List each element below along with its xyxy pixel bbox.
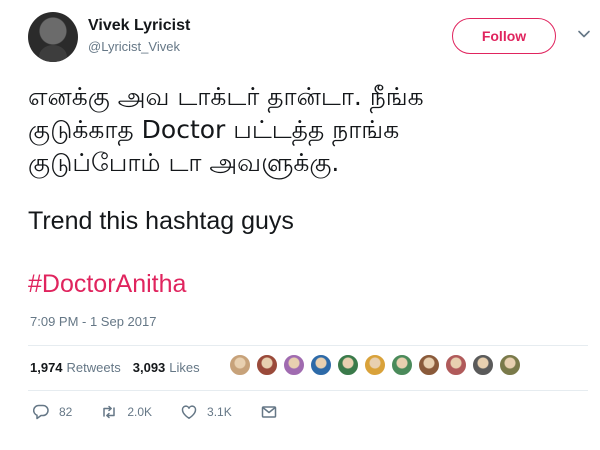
reply-button[interactable]: 82: [32, 403, 72, 421]
tweet-header: Vivek Lyricist @Lyricist_Vivek Follow: [28, 12, 600, 62]
message-icon: [261, 406, 276, 418]
like-count[interactable]: 3,093: [133, 360, 166, 375]
tweet-line: குடுப்போம் டா அவளுக்கு.: [28, 148, 340, 177]
divider: [28, 390, 588, 391]
liker-avatar[interactable]: [336, 353, 360, 377]
like-button[interactable]: 3.1K: [180, 403, 232, 421]
like-action-count: 3.1K: [207, 405, 232, 419]
retweet-label[interactable]: Retweets: [67, 360, 121, 375]
retweet-action-count: 2.0K: [127, 405, 153, 419]
liker-avatar[interactable]: [390, 353, 414, 377]
heart-icon: [181, 405, 197, 419]
liker-avatar[interactable]: [228, 353, 252, 377]
direct-message-button[interactable]: [260, 403, 287, 421]
divider: [28, 345, 588, 346]
follow-button[interactable]: Follow: [452, 18, 556, 54]
tweet-line: குடுக்காத Doctor பட்டத்த நாங்க: [28, 115, 400, 144]
tweet-english-text: Trend this hashtag guys: [28, 207, 294, 235]
retweet-button[interactable]: 2.0K: [100, 403, 152, 421]
like-label[interactable]: Likes: [169, 360, 199, 375]
liker-avatar[interactable]: [417, 353, 441, 377]
avatar[interactable]: [28, 12, 78, 62]
retweet-icon: [103, 405, 116, 419]
liker-avatar[interactable]: [363, 353, 387, 377]
liker-avatar[interactable]: [255, 353, 279, 377]
author-name[interactable]: Vivek Lyricist: [88, 17, 190, 35]
author-handle[interactable]: @Lyricist_Vivek: [88, 39, 180, 54]
liker-avatar[interactable]: [498, 353, 522, 377]
retweet-count[interactable]: 1,974: [30, 360, 63, 375]
liker-avatar[interactable]: [309, 353, 333, 377]
chevron-down-icon[interactable]: [576, 26, 592, 42]
reply-count: 82: [59, 405, 73, 419]
tweet-actions: 82 2.0K 3.1K: [32, 403, 315, 421]
tweet-text: எனக்கு அவ டாக்டர் தான்டா. நீங்க குடுக்கா…: [28, 80, 588, 179]
liker-avatar[interactable]: [444, 353, 468, 377]
engagement-stats: 1,974 Retweets 3,093 Likes: [30, 352, 212, 382]
hashtag-link[interactable]: #DoctorAnitha: [28, 270, 186, 299]
reply-icon: [32, 404, 49, 420]
tweet-timestamp[interactable]: 7:09 PM - 1 Sep 2017: [30, 314, 156, 329]
liker-avatars: [228, 353, 525, 377]
liker-avatar[interactable]: [282, 353, 306, 377]
liker-avatar[interactable]: [471, 353, 495, 377]
tweet-line: எனக்கு அவ டாக்டர் தான்டா. நீங்க: [28, 82, 424, 111]
